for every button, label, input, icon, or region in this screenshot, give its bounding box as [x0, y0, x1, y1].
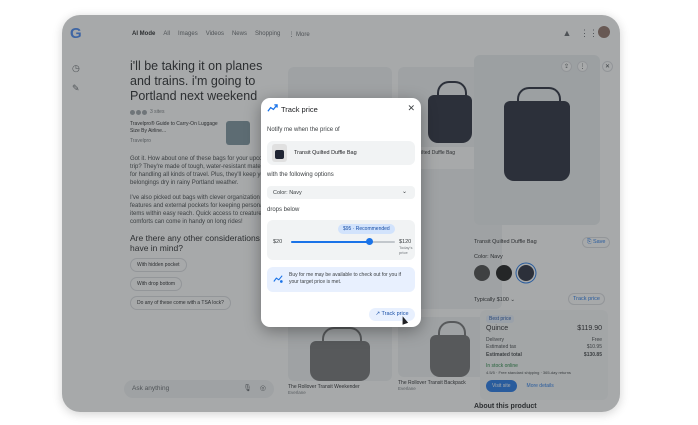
buy-for-me-info: Buy for me may be available to check out… — [267, 267, 415, 292]
item-thumbnail — [272, 144, 287, 162]
dialog-title: Track price — [281, 105, 318, 114]
chevron-down-icon: ⌄ — [401, 189, 407, 195]
todays-price-label: Today's price — [399, 245, 413, 255]
price-slider-handle[interactable] — [365, 238, 373, 245]
auto-buy-icon — [273, 275, 283, 283]
track-price-dialog: Track price ✕ Notify me when the price o… — [261, 98, 421, 327]
trend-icon — [267, 104, 278, 112]
tracked-item: Transit Quilted Duffle Bag — [267, 141, 415, 165]
recommended-badge: $95 · Recommended — [338, 224, 395, 234]
item-name: Transit Quilted Duffle Bag — [294, 150, 357, 156]
selected-option: Color: Navy — [273, 190, 302, 196]
price-slider-box: $95 · Recommended $20 $120 Today's price — [267, 220, 415, 260]
slider-min-label: $20 — [273, 239, 283, 245]
track-price-button[interactable]: ↗ Track price — [369, 308, 415, 321]
price-slider-track[interactable] — [291, 238, 395, 245]
color-option-select[interactable]: Color: Navy ⌄ — [267, 186, 415, 199]
options-label: with the following options — [267, 172, 334, 178]
price-slider-fill — [291, 241, 369, 243]
notify-label: Notify me when the price of — [267, 127, 340, 133]
drops-below-label: drops below — [267, 207, 300, 213]
info-text: Buy for me may be available to check out… — [289, 272, 401, 285]
close-icon[interactable]: ✕ — [407, 103, 415, 114]
app-window: G AI Mode All Images Videos News Shoppin… — [62, 15, 620, 412]
